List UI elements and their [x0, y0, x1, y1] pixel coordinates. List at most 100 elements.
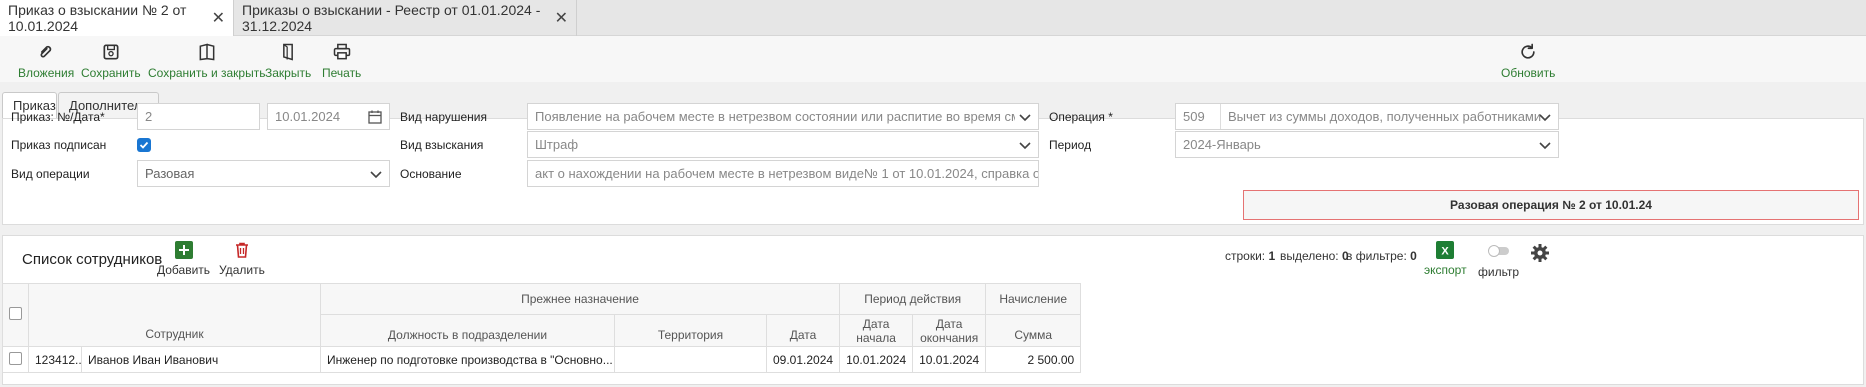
add-employee-button[interactable]: Добавить — [157, 241, 210, 277]
toolbar: Вложения Сохранить Сохранить и закрыть З… — [0, 36, 1866, 82]
close-button[interactable]: Закрыть — [265, 42, 311, 80]
print-button[interactable]: Печать — [322, 42, 361, 80]
operation-code-value: 509 — [1183, 104, 1221, 129]
period-select[interactable]: 2024-Январь — [1175, 131, 1559, 158]
order-number-field[interactable]: 2 — [137, 103, 260, 130]
order-number-value: 2 — [145, 109, 153, 124]
end-date-cell: 10.01.2024 — [912, 346, 987, 373]
printer-icon — [333, 43, 350, 60]
operation-type-select[interactable]: Разовая — [137, 160, 390, 187]
selected-count: выделено: 0 — [1280, 249, 1349, 263]
chevron-down-icon — [1539, 142, 1551, 150]
refresh-button[interactable]: Обновить — [1501, 42, 1555, 80]
calendar-icon[interactable] — [367, 109, 383, 125]
territory-cell — [614, 346, 767, 373]
delete-employee-button[interactable]: Удалить — [219, 241, 265, 277]
document-tab-bar: Приказ о взыскании № 2 от 10.01.2024 ✕ П… — [0, 0, 1866, 36]
violation-type-select[interactable]: Появление на рабочем месте в нетрезвом с… — [527, 103, 1039, 130]
penalty-type-select[interactable]: Штраф — [527, 131, 1039, 158]
penalty-type-value: Штраф — [535, 137, 579, 152]
tab-order-registry[interactable]: Приказы о взыскании - Реестр от 01.01.20… — [234, 0, 577, 36]
chevron-down-icon — [1539, 114, 1551, 122]
print-label: Печать — [322, 66, 362, 80]
group-header-validity-period: Период действия — [839, 283, 987, 315]
select-all-cell — [2, 283, 29, 347]
violation-type-value: Появление на рабочем месте в нетрезвом с… — [535, 109, 1015, 124]
select-all-checkbox[interactable] — [9, 307, 22, 320]
row-select-cell — [2, 346, 29, 373]
attachments-button[interactable]: Вложения — [18, 42, 74, 80]
position-cell: Инженер по подготовке производства в "Ос… — [320, 346, 615, 373]
delete-label: Удалить — [219, 263, 265, 277]
toggle-switch-icon — [1487, 245, 1509, 257]
floppy-disk-icon — [103, 44, 119, 60]
column-header-start-date[interactable]: Дата начала — [839, 314, 914, 347]
sum-cell: 2 500.00 — [985, 346, 1082, 373]
group-header-accrual: Начисление — [985, 283, 1082, 315]
employee-list-title: Список сотрудников — [22, 251, 163, 268]
order-number-date-label: Приказ: №/Дата* — [11, 110, 105, 124]
export-button[interactable]: X экспорт — [1424, 241, 1467, 277]
start-date-cell: 10.01.2024 — [839, 346, 914, 373]
operation-value: Вычет из суммы доходов, полученных работ… — [1228, 109, 1543, 124]
employee-table: Сотрудник Прежнее назначение Период дейс… — [2, 283, 1082, 373]
gear-icon[interactable] — [1530, 243, 1550, 263]
order-date-value: 10.01.2024 — [275, 109, 341, 124]
operation-label: Операция * — [1049, 110, 1113, 124]
operation-select[interactable]: 509 Вычет из суммы доходов, полученных р… — [1175, 103, 1559, 130]
tab-label: Приказ о взыскании № 2 от 10.01.2024 — [8, 2, 187, 34]
filtered-count: в фильтре: 0 — [1346, 249, 1417, 263]
close-label: Закрыть — [265, 66, 312, 80]
period-label: Период — [1049, 138, 1092, 152]
checkmark-icon — [139, 141, 149, 149]
attachments-label: Вложения — [18, 66, 75, 80]
add-label: Добавить — [157, 263, 211, 277]
svg-text:X: X — [1442, 246, 1450, 258]
column-header-sum[interactable]: Сумма — [985, 314, 1082, 347]
employee-id-cell: 123412... — [28, 346, 82, 373]
filter-label: фильтр — [1478, 265, 1520, 279]
tab-label: Приказы о взыскании - Реестр от 01.01.20… — [242, 2, 541, 34]
close-icon[interactable]: ✕ — [212, 8, 225, 28]
save-and-close-button[interactable]: Сохранить и закрыть — [148, 42, 265, 80]
chevron-down-icon — [370, 171, 382, 179]
basis-field[interactable]: акт о нахождении на рабочем месте в нетр… — [527, 160, 1039, 187]
order-signed-label: Приказ подписан — [11, 138, 107, 152]
save-label: Сохранить — [81, 66, 141, 80]
export-label: экспорт — [1424, 263, 1467, 277]
operation-type-value: Разовая — [145, 166, 195, 181]
refresh-label: Обновить — [1501, 66, 1556, 80]
column-header-position[interactable]: Должность в подразделении — [320, 314, 615, 347]
period-value: 2024-Январь — [1183, 137, 1261, 152]
book-closed-icon — [283, 43, 294, 61]
column-header-territory[interactable]: Территория — [614, 314, 767, 347]
group-header-previous-assignment: Прежнее назначение — [319, 283, 841, 315]
order-date-field[interactable]: 10.01.2024 — [267, 103, 390, 130]
order-signed-checkbox[interactable] — [137, 138, 151, 152]
operation-type-label: Вид операции — [11, 167, 90, 181]
violation-type-label: Вид нарушения — [400, 110, 488, 124]
tab-order-document[interactable]: Приказ о взыскании № 2 от 10.01.2024 ✕ — [0, 0, 234, 36]
save-button[interactable]: Сохранить — [81, 42, 141, 80]
one-time-operation-button[interactable]: Разовая операция № 2 от 10.01.24 — [1243, 190, 1859, 220]
close-icon[interactable]: ✕ — [555, 8, 568, 28]
filter-toggle[interactable]: фильтр — [1478, 244, 1519, 279]
plus-icon — [174, 241, 193, 259]
book-open-icon — [199, 43, 215, 61]
trash-icon — [235, 242, 248, 258]
chevron-down-icon — [1019, 114, 1031, 122]
column-header-employee[interactable]: Сотрудник — [28, 283, 321, 347]
employee-name-cell: Иванов Иван Иванович — [81, 346, 321, 373]
excel-icon: X — [1436, 241, 1455, 259]
refresh-icon — [1521, 43, 1535, 59]
column-header-date[interactable]: Дата — [765, 314, 841, 347]
penalty-type-label: Вид взыскания — [400, 138, 484, 152]
chevron-down-icon — [1019, 142, 1031, 150]
save-and-close-label: Сохранить и закрыть — [148, 66, 266, 80]
basis-label: Основание — [400, 167, 462, 181]
row-checkbox[interactable] — [9, 351, 22, 365]
table-row[interactable]: 123412... Иванов Иван Иванович Инженер п… — [2, 346, 1082, 373]
rows-count: строки: 1 — [1225, 249, 1276, 263]
paperclip-icon — [40, 45, 52, 58]
column-header-end-date[interactable]: Дата окончания — [912, 314, 987, 347]
